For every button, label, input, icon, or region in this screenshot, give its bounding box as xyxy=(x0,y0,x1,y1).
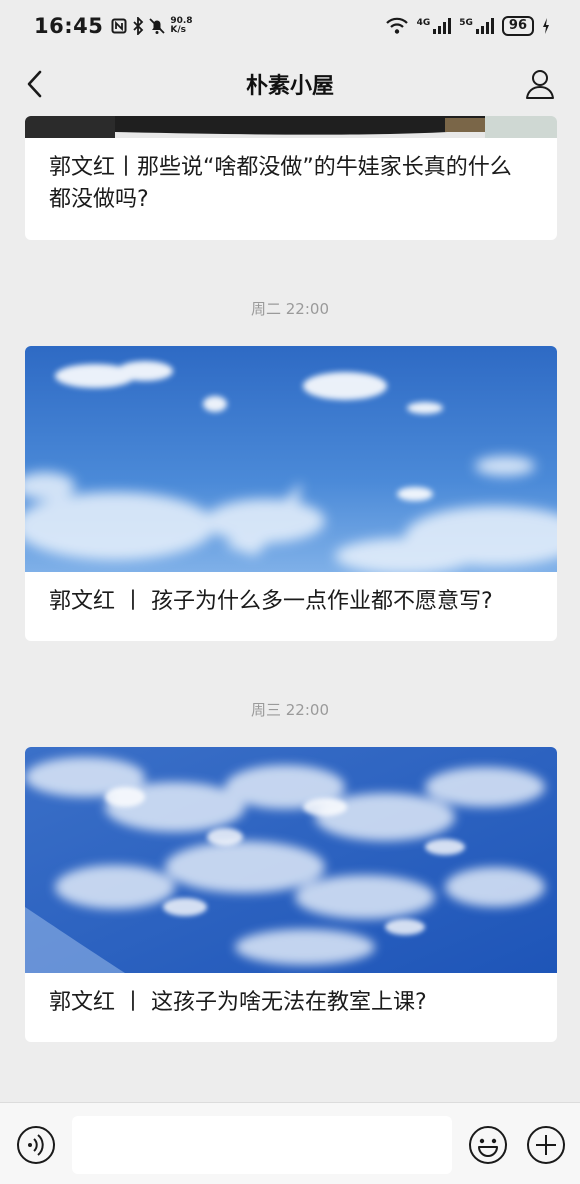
message-timestamp: 周三 22:00 xyxy=(251,701,329,719)
profile-button[interactable] xyxy=(522,66,558,102)
back-button[interactable] xyxy=(18,66,50,102)
article-cover-image xyxy=(25,116,557,138)
status-time: 16:45 xyxy=(34,14,104,38)
article-title: 郭文红 丨 孩子为什么多一点作业都不愿意写? xyxy=(49,589,493,614)
article-title: 郭文红 丨 这孩子为啥无法在教室上课? xyxy=(49,990,427,1015)
nfc-icon xyxy=(111,18,127,34)
article-card[interactable]: 郭文红丨那些说“啥都没做”的牛娃家长真的什么都没做吗? xyxy=(25,116,557,240)
person-icon xyxy=(526,70,554,99)
article-card[interactable]: 郭文红 丨 这孩子为啥无法在教室上课? xyxy=(25,747,557,1042)
battery-level: 96 xyxy=(501,16,534,36)
signal-sim1: 4G xyxy=(417,18,452,34)
voice-icon xyxy=(17,1126,55,1164)
signal-sim2-label: 5G xyxy=(459,18,473,28)
message-list[interactable]: 郭文红丨那些说“啥都没做”的牛娃家长真的什么都没做吗? 周二 22:00 郭文红… xyxy=(0,116,580,1102)
page-title: 朴素小屋 xyxy=(245,74,334,99)
plus-icon xyxy=(527,1126,565,1164)
more-button[interactable] xyxy=(526,1125,566,1165)
chat-input-bar xyxy=(0,1102,580,1184)
status-left: 16:45 90.8 K/s xyxy=(34,14,193,38)
article-cover-image xyxy=(25,346,557,572)
signal-sim2: 5G xyxy=(459,18,494,34)
article-title: 郭文红丨那些说“啥都没做”的牛娃家长真的什么都没做吗? xyxy=(49,155,512,212)
status-bar: 16:45 90.8 K/s 4G 5G 96 xyxy=(0,0,580,52)
mute-bell-icon xyxy=(149,18,165,34)
message-input[interactable] xyxy=(72,1116,452,1174)
back-arrow-icon xyxy=(27,70,42,98)
status-notification-icons: 90.8 K/s xyxy=(111,17,193,35)
article-card[interactable]: 郭文红 丨 孩子为什么多一点作业都不愿意写? xyxy=(25,346,557,641)
bluetooth-icon xyxy=(133,17,144,35)
message-timestamp: 周二 22:00 xyxy=(251,300,329,318)
status-right: 4G 5G 96 xyxy=(385,16,550,36)
network-speed-unit: K/s xyxy=(170,25,186,35)
charging-icon xyxy=(543,18,549,34)
network-speed: 90.8 K/s xyxy=(170,17,192,35)
article-cover-image xyxy=(25,747,557,973)
wifi-icon xyxy=(385,17,408,34)
signal-sim1-label: 4G xyxy=(416,18,431,28)
emoji-button[interactable] xyxy=(468,1125,508,1165)
voice-button[interactable] xyxy=(16,1125,56,1165)
nav-bar: 朴素小屋 xyxy=(0,52,580,116)
emoji-icon xyxy=(469,1126,507,1164)
